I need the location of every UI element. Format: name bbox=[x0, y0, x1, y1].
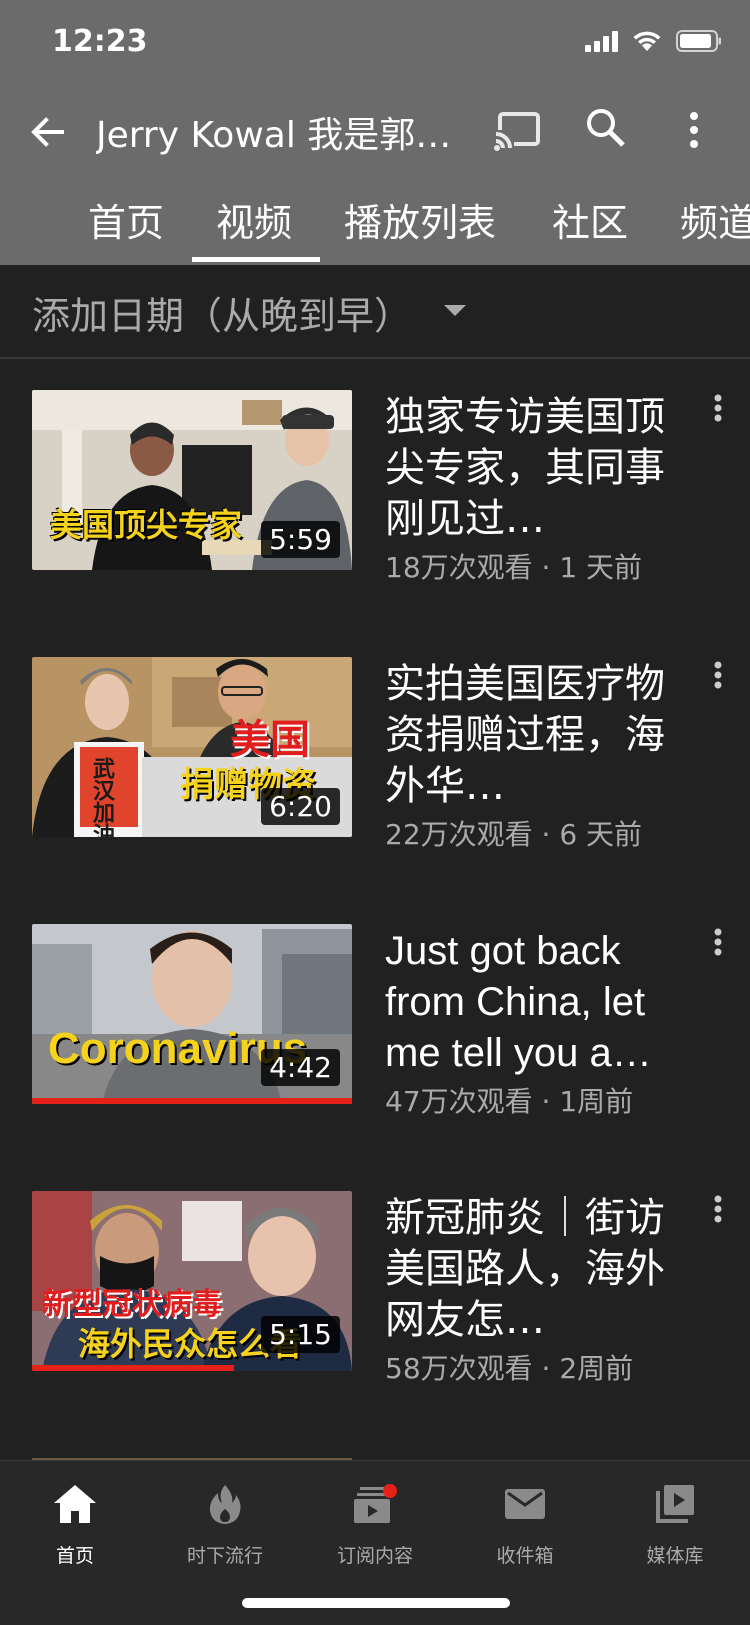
subscriptions-icon bbox=[354, 1484, 397, 1523]
app-bar: Jerry Kowal 我是郭杰瑞 bbox=[0, 92, 750, 172]
inbox-icon bbox=[505, 1489, 545, 1519]
video-duration: 5:59 bbox=[261, 521, 340, 558]
video-thumbnail[interactable]: 武汉加油 美国 捐赠物资 6:20 bbox=[32, 657, 352, 837]
search-icon bbox=[587, 109, 625, 147]
video-title[interactable]: 独家专访美国顶尖专家，其同事刚见过… bbox=[385, 392, 685, 545]
video-duration: 6:20 bbox=[261, 788, 340, 825]
video-meta: 22万次观看 · 6 天前 bbox=[385, 818, 643, 851]
video-title[interactable]: 实拍美国医疗物资捐赠过程，海外华… bbox=[385, 659, 685, 812]
more-options-button[interactable] bbox=[672, 108, 716, 152]
video-more-icon[interactable] bbox=[706, 1193, 730, 1237]
video-more-icon[interactable] bbox=[706, 926, 730, 970]
home-indicator[interactable] bbox=[242, 1598, 510, 1608]
sort-label: 添加日期（从晚到早） bbox=[32, 294, 413, 338]
video-meta: 47万次观看 · 1周前 bbox=[385, 1085, 634, 1118]
nav-label: 订阅内容 bbox=[336, 1545, 413, 1567]
tab-community[interactable]: 社区 bbox=[552, 192, 628, 247]
home-icon bbox=[54, 1485, 96, 1523]
nav-label: 收件箱 bbox=[496, 1545, 554, 1567]
watch-progress-bar bbox=[32, 1365, 234, 1371]
video-more-icon[interactable] bbox=[706, 392, 730, 436]
video-list-item[interactable]: 新型冠状病毒 海外民众怎么看 5:15 新冠肺炎｜街访美国路人，海外网友怎… 5… bbox=[0, 1191, 750, 1391]
nav-label: 媒体库 bbox=[646, 1545, 704, 1567]
status-time: 12:23 bbox=[52, 24, 148, 59]
back-button[interactable] bbox=[26, 110, 70, 154]
status-icons bbox=[585, 30, 722, 52]
tab-home[interactable]: 首页 bbox=[88, 192, 164, 247]
wifi-icon bbox=[632, 30, 662, 52]
video-title[interactable]: 新冠肺炎｜街访美国路人，海外网友怎… bbox=[385, 1193, 685, 1346]
tab-playlists[interactable]: 播放列表 bbox=[344, 192, 496, 247]
video-meta: 18万次观看 · 1 天前 bbox=[385, 551, 643, 584]
nav-subscriptions[interactable]: 订阅内容 bbox=[300, 1461, 450, 1581]
signal-icon bbox=[585, 30, 618, 52]
header: 12:23 Jerry Kowal 我是郭杰瑞 首页 视频 播放列表 社区 频道 bbox=[0, 0, 750, 265]
nav-inbox[interactable]: 收件箱 bbox=[450, 1461, 600, 1581]
cast-icon bbox=[494, 112, 540, 152]
trending-icon bbox=[209, 1485, 241, 1524]
video-title[interactable]: Just got back from China, let me tell yo… bbox=[385, 926, 685, 1079]
nav-library[interactable]: 媒体库 bbox=[600, 1461, 750, 1581]
cast-button[interactable] bbox=[494, 108, 542, 154]
status-bar: 12:23 bbox=[0, 0, 750, 90]
back-arrow-icon bbox=[31, 117, 64, 147]
sign-text: 武汉加油 bbox=[89, 757, 114, 837]
thumbnail-caption: 美国顶尖专家 bbox=[50, 506, 243, 544]
video-meta: 58万次观看 · 2周前 bbox=[385, 1352, 634, 1385]
thumbnail-caption-top: 新型冠状病毒 bbox=[42, 1287, 222, 1322]
battery-icon bbox=[676, 30, 722, 52]
channel-tabs: 首页 视频 播放列表 社区 频道 bbox=[0, 180, 750, 265]
dropdown-caret-icon bbox=[444, 305, 466, 316]
video-duration: 4:42 bbox=[261, 1049, 340, 1086]
sort-selector[interactable]: 添加日期（从晚到早） bbox=[0, 265, 750, 359]
active-tab-indicator bbox=[192, 257, 320, 262]
search-button[interactable] bbox=[584, 106, 628, 150]
video-list-item[interactable]: 美国顶尖专家 5:59 独家专访美国顶尖专家，其同事刚见过… 18万次观看 · … bbox=[0, 390, 750, 590]
nav-label: 时下流行 bbox=[186, 1545, 263, 1567]
nav-home[interactable]: 首页 bbox=[0, 1461, 150, 1581]
video-duration: 5:15 bbox=[261, 1316, 340, 1353]
tab-channels[interactable]: 频道 bbox=[680, 192, 750, 247]
video-thumbnail[interactable]: 美国顶尖专家 5:59 bbox=[32, 390, 352, 570]
video-thumbnail[interactable]: Coronavirus 4:42 bbox=[32, 924, 352, 1104]
library-icon bbox=[656, 1485, 694, 1523]
nav-label: 首页 bbox=[55, 1545, 94, 1567]
tab-videos[interactable]: 视频 bbox=[216, 192, 292, 247]
more-vert-icon bbox=[690, 112, 698, 148]
video-thumbnail[interactable]: 新型冠状病毒 海外民众怎么看 5:15 bbox=[32, 1191, 352, 1371]
video-more-icon[interactable] bbox=[706, 659, 730, 703]
video-list-item[interactable]: Coronavirus 4:42 Just got back from Chin… bbox=[0, 924, 750, 1124]
nav-trending[interactable]: 时下流行 bbox=[150, 1461, 300, 1581]
video-list-item[interactable]: 武汉加油 美国 捐赠物资 6:20 实拍美国医疗物资捐赠过程，海外华… 22万次… bbox=[0, 657, 750, 857]
channel-title: Jerry Kowal 我是郭杰瑞 bbox=[96, 115, 456, 156]
watch-progress-bar bbox=[32, 1098, 352, 1104]
